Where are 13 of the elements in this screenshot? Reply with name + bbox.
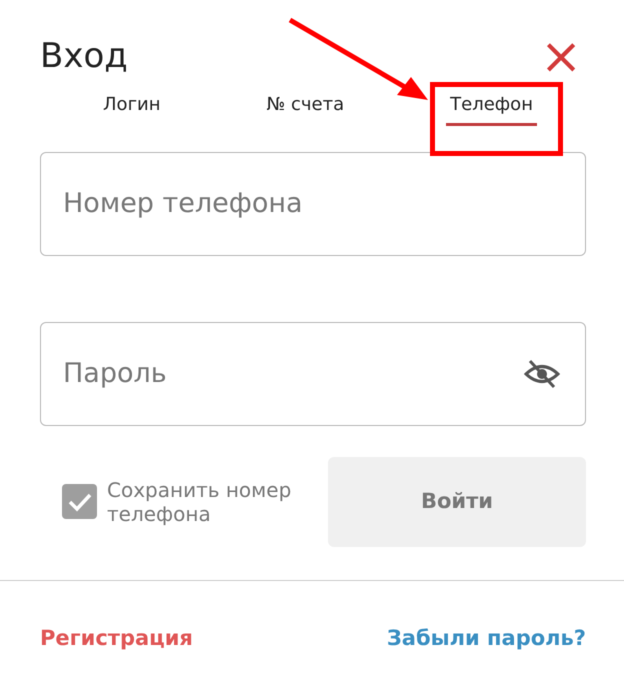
- remember-checkbox[interactable]: [62, 484, 97, 520]
- footer-link[interactable]: Забыли пароль?: [386, 622, 586, 654]
- login-tab[interactable]: № счета: [262, 88, 348, 126]
- remember-label: Сохранить номер телефона: [107, 478, 292, 526]
- check-icon: [68, 492, 92, 512]
- login-tab[interactable]: Телефон: [446, 88, 537, 126]
- password-field[interactable]: Пароль: [40, 322, 586, 426]
- close-button[interactable]: ×: [536, 36, 586, 76]
- dialog-title: Вход: [40, 36, 128, 77]
- phone-field[interactable]: Номер телефона: [40, 152, 586, 256]
- login-tab[interactable]: Логин: [99, 88, 164, 126]
- hide-password-icon[interactable]: [524, 358, 560, 389]
- footer-link[interactable]: Регистрация: [40, 622, 193, 654]
